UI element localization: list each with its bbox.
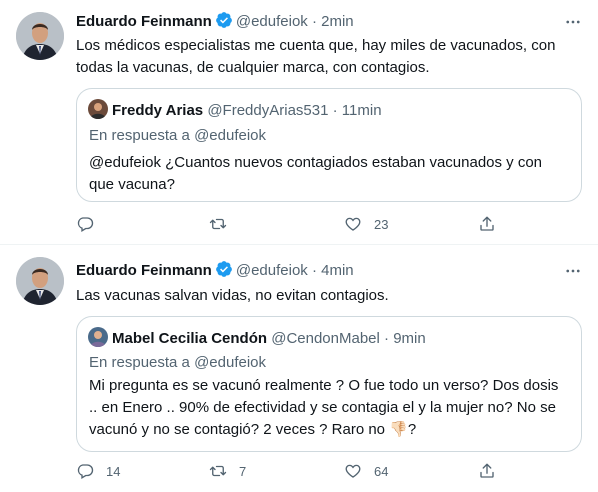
quoted-tweet-header: Mabel Cecilia Cendón @CendonMabel · 9min <box>88 327 426 347</box>
share-icon <box>480 216 494 231</box>
tweet[interactable]: Eduardo Feinmann @edufeiok · 2min Los méd… <box>0 0 598 244</box>
avatar[interactable] <box>16 12 64 60</box>
retweet-icon <box>209 465 227 477</box>
author-handle[interactable]: @edufeiok <box>236 13 308 30</box>
reply-context: En respuesta a @edufeiok <box>89 126 266 146</box>
timestamp[interactable]: 4min <box>321 262 354 279</box>
verified-badge-icon <box>215 12 232 28</box>
retweet-button[interactable]: 7 <box>209 461 246 481</box>
tweet-text: Las vacunas salvan vidas, no evitan cont… <box>76 287 389 304</box>
more-options-icon[interactable] <box>564 262 582 280</box>
reply-to-handle[interactable]: @edufeiok <box>194 127 266 144</box>
reply-prefix: En respuesta a <box>89 354 190 371</box>
reply-button[interactable] <box>76 214 106 234</box>
avatar[interactable] <box>16 257 64 305</box>
timestamp[interactable]: 2min <box>321 13 354 30</box>
quoted-author-name: Freddy Arias <box>112 102 204 119</box>
share-button[interactable] <box>478 214 496 234</box>
tweet-actions: 23 <box>76 214 516 234</box>
quoted-tweet[interactable]: Freddy Arias @FreddyArias531 · 11min En … <box>76 88 582 202</box>
quoted-tweet-text: Mi pregunta es se vacunó realmente ? O f… <box>89 377 559 438</box>
like-count: 23 <box>374 216 389 232</box>
like-button[interactable]: 23 <box>344 214 388 234</box>
quoted-timestamp: 11min <box>341 102 382 119</box>
separator-dot: · <box>332 102 338 119</box>
verified-badge-icon <box>215 261 232 277</box>
like-count: 64 <box>374 463 389 479</box>
heart-icon <box>345 217 361 231</box>
reply-icon <box>77 464 94 479</box>
reply-context: En respuesta a @edufeiok <box>89 353 266 373</box>
tweet-header: Eduardo Feinmann @edufeiok · 4min <box>76 260 354 280</box>
quoted-author-handle: @FreddyArias531 <box>207 102 329 119</box>
author-handle[interactable]: @edufeiok <box>236 262 308 279</box>
retweet-icon <box>209 218 227 230</box>
reply-button[interactable]: 14 <box>76 461 120 481</box>
tweet-actions: 14 7 64 <box>76 461 516 481</box>
share-icon <box>480 463 494 478</box>
tweet[interactable]: Eduardo Feinmann @edufeiok · 4min Las vac… <box>0 245 598 492</box>
reply-to-handle[interactable]: @edufeiok <box>194 354 266 371</box>
heart-icon <box>345 464 361 478</box>
quoted-timestamp: 9min <box>393 330 426 347</box>
quoted-avatar <box>88 327 108 347</box>
more-options-icon[interactable] <box>564 13 582 31</box>
quoted-tweet[interactable]: Mabel Cecilia Cendón @CendonMabel · 9min… <box>76 316 582 452</box>
tweet-text: Los médicos especialistas me cuenta que,… <box>76 37 556 76</box>
reply-icon <box>77 217 94 232</box>
quoted-avatar <box>88 99 108 119</box>
quoted-author-handle: @CendonMabel <box>271 330 380 347</box>
retweet-button[interactable] <box>209 214 239 234</box>
author-name[interactable]: Eduardo Feinmann <box>76 13 212 30</box>
quoted-tweet-header: Freddy Arias @FreddyArias531 · 11min <box>88 99 382 119</box>
reply-prefix: En respuesta a <box>89 127 190 144</box>
like-button[interactable]: 64 <box>344 461 388 481</box>
reply-count: 14 <box>106 463 121 479</box>
separator-dot: · <box>311 13 317 30</box>
tweet-header: Eduardo Feinmann @edufeiok · 2min <box>76 11 354 31</box>
share-button[interactable] <box>478 461 496 481</box>
separator-dot: · <box>311 262 317 279</box>
quoted-author-name: Mabel Cecilia Cendón <box>112 330 268 347</box>
retweet-count: 7 <box>239 463 247 479</box>
author-name[interactable]: Eduardo Feinmann <box>76 262 212 279</box>
separator-dot: · <box>384 330 390 347</box>
quoted-tweet-text: @edufeiok ¿Cuantos nuevos contagiados es… <box>89 154 543 193</box>
